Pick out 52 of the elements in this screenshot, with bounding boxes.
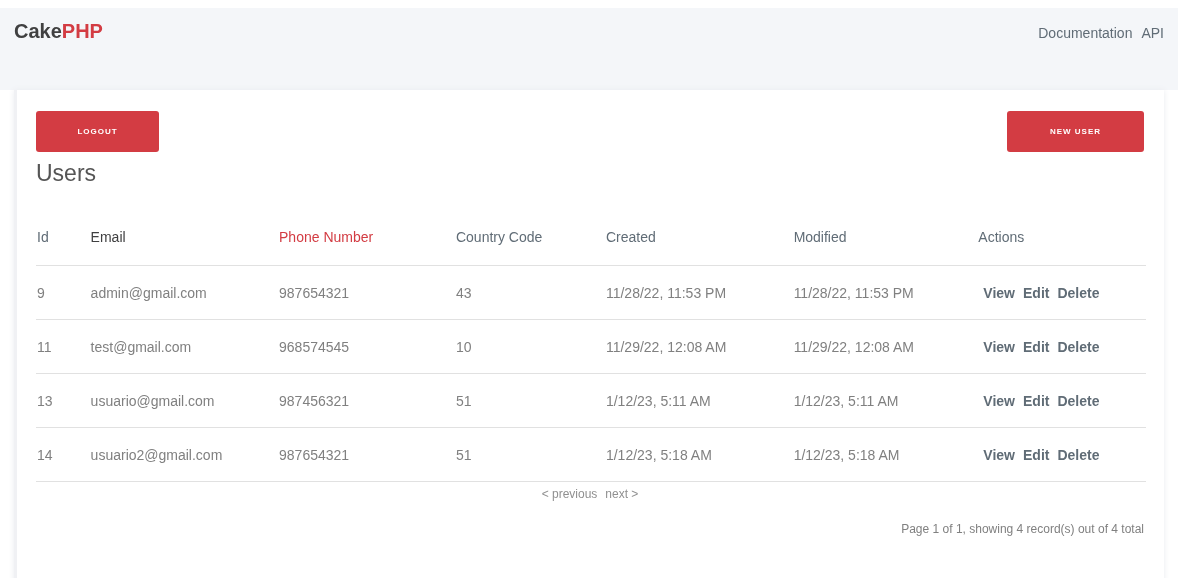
action-link[interactable]: View [983,338,1015,355]
action-link[interactable]: View [983,284,1015,301]
action-link[interactable]: Delete [1057,446,1100,463]
table-cell: 1/12/23, 5:11 AM [605,392,711,409]
column-header: Id [37,229,49,245]
action-link[interactable]: Edit [1023,338,1050,355]
table-cell: 43 [455,284,472,301]
action-link[interactable]: Edit [1023,284,1050,301]
page-counter: Page 1 of 1, showing 4 record(s) out of 4 total [901,522,1144,536]
action-link[interactable]: Edit [1023,446,1050,463]
action-link[interactable]: Delete [1057,284,1100,301]
table-cell: 51 [455,446,472,463]
new-user-button[interactable]: NEW USER [1007,111,1144,152]
table-cell: 11/29/22, 12:08 AM [793,338,914,355]
column-header: Email [90,229,126,245]
column-header: Phone Number [279,229,374,245]
previous-link[interactable]: < previous [541,487,598,501]
table-cell: 1/12/23, 5:18 AM [793,446,900,463]
action-link[interactable]: View [983,392,1015,409]
nav-link[interactable]: API [1141,25,1164,41]
table-cell: 11 [37,338,52,355]
table-cell: usuario2@gmail.com [90,446,223,463]
action-link[interactable]: Edit [1023,392,1050,409]
table-cell: 987456321 [279,392,350,409]
table-cell: 11/29/22, 12:08 AM [605,338,727,355]
column-header: Actions [978,229,1025,245]
table-cell: 13 [37,392,53,409]
logout-button[interactable]: LOGOUT [36,111,159,152]
table-cell: 987654321 [279,446,350,463]
action-link[interactable]: Delete [1057,392,1100,409]
table-cell: 10 [455,338,472,355]
table-cell: 14 [37,446,53,463]
table-cell: 1/12/23, 5:18 AM [605,446,712,463]
table-cell: 968574545 [279,338,350,355]
column-header: Country Code [455,229,543,245]
nav-link[interactable]: Documentation [1038,25,1133,41]
table-cell: test@gmail.com [90,338,192,355]
table-cell: admin@gmail.com [90,284,207,301]
table-cell: 1/12/23, 5:11 AM [793,392,899,409]
action-link[interactable]: View [983,446,1015,463]
table-cell: 11/28/22, 11:53 PM [793,284,914,301]
column-header: Created [605,229,656,245]
table-cell: 987654321 [279,284,350,301]
next-link[interactable]: next > [605,487,639,501]
logo-link[interactable]: CakePHP [14,20,103,43]
table-cell: 11/28/22, 11:53 PM [605,284,727,301]
table-cell: usuario@gmail.com [90,392,215,409]
table-cell: 51 [455,392,472,409]
column-header: Modified [793,229,847,245]
table-cell: 9 [37,284,45,301]
action-link[interactable]: Delete [1057,338,1100,355]
page-title: Users [36,160,98,187]
